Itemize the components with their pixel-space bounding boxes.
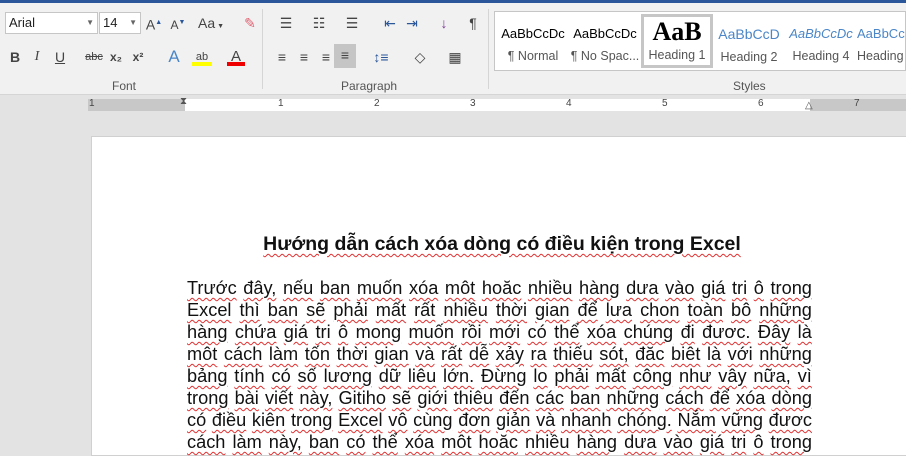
document-title: Hướng dẫn cách xóa dòng có điều kiện tro… (263, 233, 741, 255)
change-case-label: Aa (198, 15, 216, 31)
subscript-button[interactable]: x₂ (108, 46, 124, 68)
body-line: Excel thì ban sẽ phải mất rất nhiều thời gian để lư… (187, 300, 812, 320)
change-case-button[interactable]: Aa ▼ (196, 12, 226, 34)
style-name: ¶ Normal (507, 49, 559, 63)
font-name-value: Arial (9, 15, 36, 30)
line-spacing-icon[interactable]: ↕≡ (368, 46, 394, 68)
align-right-icon[interactable]: ≡ (316, 46, 336, 68)
style-no-spacing[interactable]: AaBbCcDc ¶ No Spac... (569, 14, 641, 68)
body-line: có điều kiên trong Excel vô cùng đơn giản và nhanh… (187, 410, 812, 430)
body-line: hàng chứa giá tri ô mong muốn rồi mới có thể xóa chú… (187, 322, 812, 342)
italic-button[interactable]: I (30, 46, 44, 68)
font-size-value: 14 (103, 15, 118, 30)
style-name: Heading 2 (720, 50, 778, 64)
font-group-label: Font (112, 79, 137, 93)
right-indent-marker-icon[interactable]: △ (805, 100, 813, 111)
text-effects-icon[interactable]: A (162, 46, 186, 68)
style-name: ¶ No Spac... (570, 49, 640, 63)
ruler-label: 1 (278, 98, 284, 109)
style-heading-4[interactable]: AaBbCcDc Heading 4 (785, 14, 857, 68)
superscript-button[interactable]: x² (130, 46, 146, 68)
decrease-indent-icon[interactable]: ⇤ (380, 12, 400, 34)
paragraph-group-label: Paragraph (341, 79, 398, 93)
ruler-label: 5 (662, 98, 668, 109)
body-line: môt cách làm tốn thời gian và rất dễ xảy ra thiếu só… (187, 344, 812, 364)
style-name: Heading 4 (792, 49, 850, 63)
body-line: Trước đây, nếu ban muốn xóa môt hoăc nhiều hàng dư… (187, 278, 812, 298)
style-preview: AaBbCcDc (789, 26, 853, 41)
styles-group-label: Styles (733, 79, 766, 93)
align-left-icon[interactable]: ≡ (272, 46, 292, 68)
ruler-label: 4 (566, 98, 572, 109)
bold-button[interactable]: B (8, 46, 22, 68)
align-center-icon[interactable]: ≡ (294, 46, 314, 68)
ruler-label: 2 (374, 98, 380, 109)
ruler-label: 7 (854, 98, 860, 109)
body-line: bảng tính có số lương dữ liêu lớn. Đừng lo phải mất… (187, 366, 812, 386)
font-color-icon[interactable]: A (227, 46, 245, 66)
divider (488, 9, 489, 89)
divider (262, 9, 263, 89)
styles-gallery: AaBbCcDc ¶ Normal AaBbCcDc ¶ No Spac... Aa… (494, 11, 906, 71)
ribbon: Arial ▼ 14 ▼ A▲ A▼ Aa ▼ ✎ B I U abc x₂ x² … (0, 3, 906, 95)
shading-icon[interactable]: ◇ (410, 46, 430, 68)
indent-marker-icon[interactable]: ⧗ (180, 96, 187, 107)
shrink-font-icon[interactable]: A▼ (169, 12, 187, 34)
underline-button[interactable]: U (52, 46, 68, 68)
horizontal-ruler[interactable]: 1 1 2 3 4 5 6 7 ⧗ △ (88, 96, 906, 111)
increase-indent-icon[interactable]: ⇥ (402, 12, 422, 34)
multilevel-list-icon[interactable]: ☰ (338, 12, 366, 34)
chevron-down-icon[interactable]: ▼ (129, 13, 137, 33)
body-line: trong bài viết này, Gitiho sẽ giới thiêu đến các b… (187, 388, 812, 408)
numbering-icon[interactable]: ☷ (305, 12, 333, 34)
strikethrough-button[interactable]: abc (85, 46, 103, 68)
clear-formatting-icon[interactable]: ✎ (240, 12, 260, 34)
ruler-label: 3 (470, 98, 476, 109)
document-page[interactable]: Hướng dẫn cách xóa dòng có điều kiện tro… (91, 136, 906, 456)
style-normal[interactable]: AaBbCcDc ¶ Normal (497, 14, 569, 68)
sort-icon[interactable]: ↓ (434, 12, 454, 34)
style-preview: AaBbCcD (718, 26, 780, 42)
style-name: Heading (857, 49, 904, 63)
document-body[interactable]: Trước đây, nếu ban muốn xóa môt hoăc nhiều hàng dư… (187, 277, 812, 453)
style-preview: AaB (652, 17, 702, 46)
borders-icon[interactable]: ▦ (445, 46, 465, 68)
bullets-icon[interactable]: ☰ (272, 12, 300, 34)
style-heading-1[interactable]: AaB Heading 1 (641, 14, 713, 68)
style-heading[interactable]: AaBbCc Heading (857, 14, 906, 68)
chevron-down-icon[interactable]: ▼ (86, 13, 94, 33)
font-name-combo[interactable]: Arial ▼ (5, 12, 98, 34)
font-size-combo[interactable]: 14 ▼ (99, 12, 141, 34)
show-formatting-icon[interactable]: ¶ (466, 12, 480, 34)
style-name: Heading 1 (648, 48, 706, 62)
ruler-left-margin (88, 99, 185, 111)
style-preview: AaBbCcDc (501, 26, 565, 41)
style-heading-2[interactable]: AaBbCcD Heading 2 (713, 14, 785, 68)
style-preview: AaBbCc (857, 26, 905, 41)
grow-font-icon[interactable]: A▲ (145, 12, 163, 34)
highlight-color-icon[interactable]: ab (192, 46, 212, 66)
justify-icon[interactable]: ≡ (334, 44, 356, 68)
ruler-label: 6 (758, 98, 764, 109)
style-preview: AaBbCcDc (573, 26, 637, 41)
ruler-label: 1 (89, 98, 95, 109)
body-line: cách làm này, ban có thể xóa môt hoăc nhiều hàng dư… (187, 432, 812, 452)
